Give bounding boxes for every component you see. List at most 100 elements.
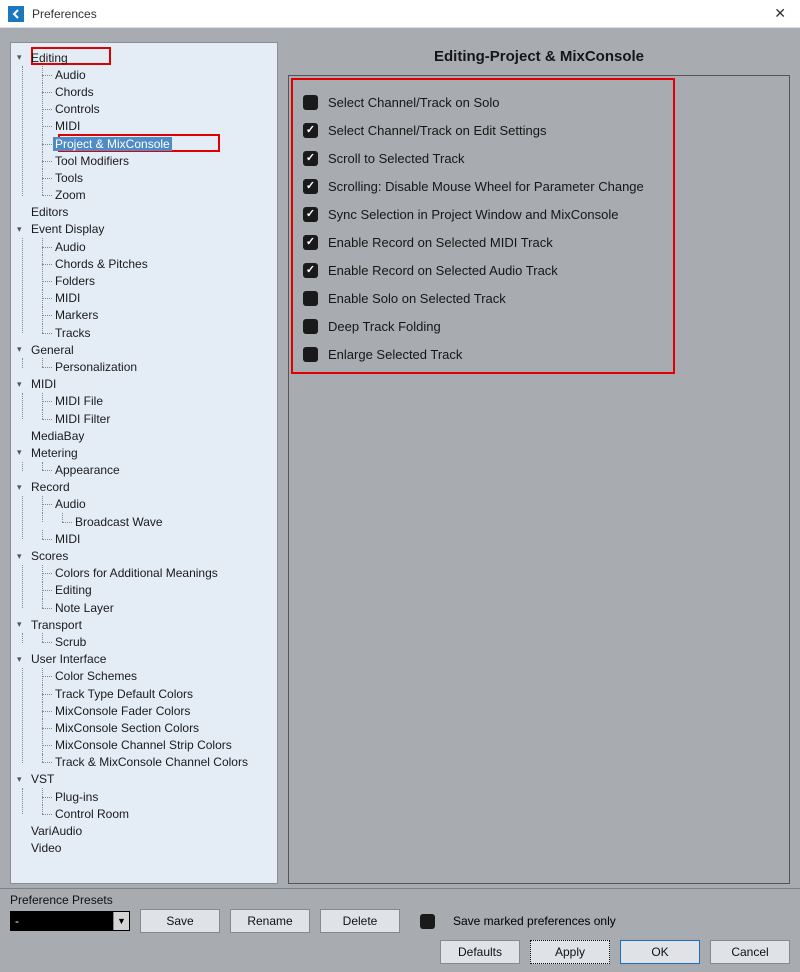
tree-node[interactable]: Colors for Additional Meanings [37, 565, 275, 582]
disclosure-icon[interactable]: ▾ [17, 344, 27, 355]
tree-item-label[interactable]: Controls [53, 102, 102, 116]
tree-node[interactable]: Track Type Default Colors [37, 685, 275, 702]
tree-node[interactable]: Markers [37, 307, 275, 324]
tree-item-label[interactable]: Control Room [53, 807, 131, 821]
disclosure-icon[interactable]: ▾ [17, 654, 27, 665]
option-checkbox[interactable] [303, 235, 318, 250]
tree-node[interactable]: MIDI File [37, 393, 275, 410]
tree-item-label[interactable]: MixConsole Section Colors [53, 721, 201, 735]
tree-node[interactable]: MIDI [37, 118, 275, 135]
tree-item-label[interactable]: VST [29, 772, 56, 786]
tree-node[interactable]: ▾Scores Colors for Additional Meanings Edi… [17, 547, 275, 616]
option-checkbox[interactable] [303, 207, 318, 222]
disclosure-icon[interactable]: ▾ [17, 551, 27, 562]
tree-node[interactable]: MIDI [37, 290, 275, 307]
tree-node[interactable]: ▾VST Plug-ins Control Room [17, 771, 275, 823]
option-checkbox[interactable] [303, 319, 318, 334]
disclosure-icon[interactable]: ▾ [17, 224, 27, 235]
disclosure-icon[interactable]: ▾ [17, 447, 27, 458]
tree-item-label[interactable]: Chords & Pitches [53, 257, 150, 271]
tree-node[interactable]: Controls [37, 101, 275, 118]
tree-node[interactable]: ▾Record Audio Broadcast WaveMIDI [17, 479, 275, 548]
option-checkbox[interactable] [303, 95, 318, 110]
option-checkbox[interactable] [303, 263, 318, 278]
tree-item-label[interactable]: Record [29, 480, 72, 494]
tree-node[interactable]: Broadcast Wave [57, 513, 275, 530]
tree-item-label[interactable]: Scrub [53, 635, 88, 649]
tree-node[interactable]: ·VariAudio [17, 822, 275, 839]
tree-item-label[interactable]: MIDI [53, 119, 82, 133]
option-checkbox[interactable] [303, 151, 318, 166]
tree-node[interactable]: Zoom [37, 187, 275, 204]
tree-item-label[interactable]: MIDI [29, 377, 58, 391]
tree-node[interactable]: Scrub [37, 633, 275, 650]
tree-item-label[interactable]: MIDI [53, 291, 82, 305]
tree-node[interactable]: Audio Broadcast Wave [37, 496, 275, 530]
option-checkbox[interactable] [303, 123, 318, 138]
cancel-button[interactable]: Cancel [710, 940, 790, 964]
save-button[interactable]: Save [140, 909, 220, 933]
close-icon[interactable]: ✕ [768, 5, 792, 22]
tree-node[interactable]: Tools [37, 169, 275, 186]
tree-node[interactable]: ▾EditingAudioChordsControlsMIDIProject &… [17, 49, 275, 204]
tree-item-label[interactable]: Zoom [53, 188, 88, 202]
tree-item-label[interactable]: MIDI Filter [53, 412, 112, 426]
tree-node[interactable]: ·MediaBay [17, 427, 275, 444]
tree-node[interactable]: Appearance [37, 462, 275, 479]
tree-node[interactable]: ▾TransportScrub [17, 616, 275, 650]
option-checkbox[interactable] [303, 179, 318, 194]
tree-node[interactable]: Plug-ins [37, 788, 275, 805]
option-checkbox[interactable] [303, 291, 318, 306]
ok-button[interactable]: OK [620, 940, 700, 964]
tree-item-label[interactable]: Folders [53, 274, 97, 288]
tree-item-label[interactable]: VariAudio [29, 824, 84, 838]
tree-item-label[interactable]: Transport [29, 618, 84, 632]
tree-item-label[interactable]: Editing [29, 51, 70, 65]
tree-node[interactable]: Note Layer [37, 599, 275, 616]
option-checkbox[interactable] [303, 347, 318, 362]
tree-item-label[interactable]: Tools [53, 171, 85, 185]
tree-item-label[interactable]: Project & MixConsole [53, 137, 172, 151]
tree-node[interactable]: Color Schemes [37, 668, 275, 685]
tree-node[interactable]: MixConsole Fader Colors [37, 702, 275, 719]
tree-node[interactable]: MixConsole Section Colors [37, 719, 275, 736]
tree-item-label[interactable]: Plug-ins [53, 790, 100, 804]
tree-node[interactable]: Project & MixConsole [37, 135, 275, 152]
tree-item-label[interactable]: Chords [53, 85, 96, 99]
tree-item-label[interactable]: MIDI File [53, 394, 105, 408]
delete-button[interactable]: Delete [320, 909, 400, 933]
tree-item-label[interactable]: Video [29, 841, 63, 855]
tree-node[interactable]: Chords & Pitches [37, 255, 275, 272]
tree-item-label[interactable]: Track & MixConsole Channel Colors [53, 755, 250, 769]
save-marked-checkbox[interactable] [420, 914, 435, 929]
tree-item-label[interactable]: Scores [29, 549, 70, 563]
tree-item-label[interactable]: Editing [53, 583, 94, 597]
tree-node[interactable]: ▾User InterfaceColor SchemesTrack Type D… [17, 651, 275, 771]
tree-item-label[interactable]: Note Layer [53, 601, 116, 615]
tree-item-label[interactable]: Markers [53, 308, 100, 322]
tree-node[interactable]: ·Video [17, 840, 275, 857]
tree-item-label[interactable]: Colors for Additional Meanings [53, 566, 220, 580]
tree-node[interactable]: ▾GeneralPersonalization [17, 341, 275, 375]
tree-item-label[interactable]: Audio [53, 240, 88, 254]
tree-node[interactable]: ▾Metering Appearance [17, 444, 275, 478]
tree-node[interactable]: Personalization [37, 358, 275, 375]
tree-item-label[interactable]: Audio [53, 497, 88, 511]
tree-node[interactable]: Folders [37, 272, 275, 289]
tree-node[interactable]: ▾MIDIMIDI FileMIDI Filter [17, 376, 275, 428]
preset-select[interactable]: - ▼ [10, 911, 130, 931]
tree-node[interactable]: MIDI [37, 530, 275, 547]
tree-node[interactable]: Tool Modifiers [37, 152, 275, 169]
tree-node[interactable]: Audio [37, 66, 275, 83]
disclosure-icon[interactable]: ▾ [17, 774, 27, 785]
tree-item-label[interactable]: Broadcast Wave [73, 515, 165, 529]
tree-item-label[interactable]: Personalization [53, 360, 139, 374]
tree-node[interactable]: Chords [37, 83, 275, 100]
tree-item-label[interactable]: Editors [29, 205, 70, 219]
tree-node[interactable]: ·Editors [17, 204, 275, 221]
tree-item-label[interactable]: MixConsole Channel Strip Colors [53, 738, 234, 752]
tree-item-label[interactable]: Track Type Default Colors [53, 687, 195, 701]
disclosure-icon[interactable]: ▾ [17, 482, 27, 493]
tree-item-label[interactable]: Tool Modifiers [53, 154, 131, 168]
tree-item-label[interactable]: Metering [29, 446, 80, 460]
